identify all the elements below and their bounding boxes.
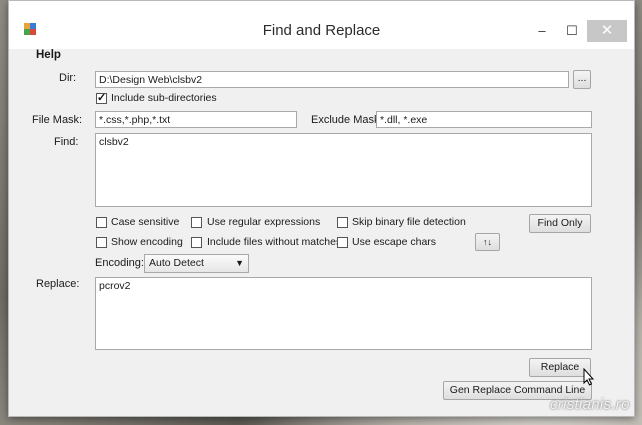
find-textarea[interactable]: clsbv2 xyxy=(95,133,592,207)
escape-chars-label: Use escape chars xyxy=(352,236,437,248)
mouse-cursor-icon xyxy=(583,368,595,386)
dir-label: Dir: xyxy=(59,72,77,84)
browse-button[interactable]: ... xyxy=(573,70,591,89)
minimize-button[interactable]: – xyxy=(529,20,555,42)
skip-binary-label: Skip binary file detection xyxy=(352,216,466,228)
subdirs-label: Include sub-directories xyxy=(111,92,217,104)
show-encoding-checkbox[interactable] xyxy=(96,237,107,248)
find-only-button[interactable]: Find Only xyxy=(529,214,591,233)
encoding-label: Encoding: xyxy=(95,257,144,269)
swap-button[interactable]: ↑↓ xyxy=(475,233,500,251)
exclude-mask-input[interactable]: *.dll, *.exe xyxy=(376,111,592,128)
dir-input[interactable]: D:\Design Web\clsbv2 xyxy=(95,71,569,88)
file-mask-input[interactable]: *.css,*.php,*.txt xyxy=(95,111,297,128)
title-bar[interactable]: Find and Replace – ☐ ✕ xyxy=(9,1,634,49)
watermark: cristianis.ro xyxy=(550,396,630,413)
include-no-match-checkbox[interactable] xyxy=(191,237,202,248)
close-button[interactable]: ✕ xyxy=(587,20,627,42)
case-sensitive-label: Case sensitive xyxy=(111,216,180,228)
case-sensitive-checkbox[interactable] xyxy=(96,217,107,228)
replace-button[interactable]: Replace xyxy=(529,358,591,377)
file-mask-label: File Mask: xyxy=(32,114,83,126)
show-encoding-label: Show encoding xyxy=(111,236,183,248)
replace-label: Replace: xyxy=(36,278,80,290)
regex-checkbox[interactable] xyxy=(191,217,202,228)
find-label: Find: xyxy=(54,136,79,148)
escape-chars-checkbox[interactable] xyxy=(337,237,348,248)
replace-textarea[interactable]: pcrov2 xyxy=(95,277,592,350)
chevron-down-icon: ▼ xyxy=(235,258,244,268)
exclude-mask-label: Exclude Mask: xyxy=(311,114,383,126)
encoding-value: Auto Detect xyxy=(149,257,204,269)
encoding-select[interactable]: Auto Detect ▼ xyxy=(144,254,249,273)
subdirs-checkbox[interactable] xyxy=(96,91,107,104)
menu-help[interactable]: Help xyxy=(36,49,61,61)
regex-label: Use regular expressions xyxy=(207,216,321,228)
skip-binary-checkbox[interactable] xyxy=(337,217,348,228)
find-replace-window: Find and Replace – ☐ ✕ Help Dir: D:\Desi… xyxy=(8,0,635,417)
include-no-match-label: Include files without matches xyxy=(207,236,342,248)
maximize-button[interactable]: ☐ xyxy=(559,20,585,42)
